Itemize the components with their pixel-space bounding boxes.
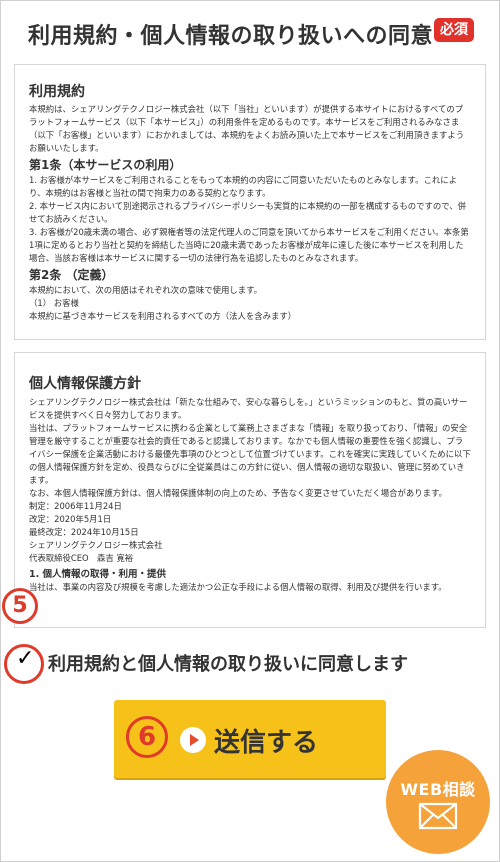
web-consult-label: WEB相談 <box>400 780 476 799</box>
required-badge: 必須 <box>434 18 474 42</box>
privacy-p3: なお、本個人情報保護方針は、個人情報保護体制の向上のため、予告なく変更させていた… <box>29 488 447 498</box>
agree-label[interactable]: 利用規約と個人情報の取り扱いに同意します <box>48 650 408 676</box>
privacy-last-revised: 最終改定：2024年10月15日 <box>29 527 139 537</box>
play-icon <box>180 727 206 753</box>
section-title: 利用規約・個人情報の取り扱いへの同意 <box>28 24 434 49</box>
submit-button[interactable]: 6 送信する <box>114 700 386 778</box>
privacy-scroll-fade <box>15 609 485 627</box>
terms-intro: 本規約は、シェアリングテクノロジー株式会社（以下「当社」といいます）が提供する本… <box>29 104 465 153</box>
privacy-scrollbox[interactable]: 個人情報保護方針 シェアリングテクノロジー株式会社は「新たな仕組みで、安心な暮ら… <box>14 352 486 628</box>
step-5-annotation: 5 <box>2 588 38 624</box>
privacy-p1: シェアリングテクノロジー株式会社は「新たな仕組みで、安心な暮らしを。」というミッ… <box>29 397 468 420</box>
terms-scrollbox[interactable]: 利用規約 本規約は、シェアリングテクノロジー株式会社（以下「当社」といいます）が… <box>14 64 486 340</box>
privacy-ceo: 代表取締役CEO 森吉 寛裕 <box>29 553 134 563</box>
terms-scroll-fade <box>15 321 485 339</box>
web-consult-button[interactable]: WEB相談 <box>386 750 490 854</box>
terms-article1-p1: 1. お客様が本サービスをご利用されることをもって本規約の内容にご同意いただいた… <box>29 175 457 198</box>
privacy-company: シェアリングテクノロジー株式会社 <box>29 540 163 550</box>
submit-label: 送信する <box>214 728 319 758</box>
terms-article2-p2: （1） お客様 <box>29 298 79 308</box>
terms-article1-p3: 3. お客様が20歳未満の場合、必ず親権者等の法定代理人のご同意を頂いてから本サ… <box>29 227 469 263</box>
privacy-item1-text: 当社は、事業の内容及び規模を考慮した適法かつ公正な手段による個人情報の取得、利用… <box>29 582 447 592</box>
section-header: 利用規約・個人情報の取り扱いへの同意 必須 <box>16 14 486 54</box>
privacy-enacted: 制定：2006年11月24日 <box>29 501 122 511</box>
privacy-item1-title: 1. 個人情報の取得・利用・提供 <box>29 569 167 580</box>
agree-checkbox-row[interactable]: ✓ 利用規約と個人情報の取り扱いに同意します <box>10 644 490 678</box>
checkbox-annotation-circle <box>4 644 44 684</box>
privacy-p2: 当社は、プラットフォームサービスに携わる企業として業務上さまざまな「情報」を取り… <box>29 423 471 485</box>
mail-icon <box>418 802 458 830</box>
privacy-revised: 改定：2020年5月1日 <box>29 514 112 524</box>
terms-article1-title: 第1条（本サービスの利用） <box>29 158 182 172</box>
step-6-annotation: 6 <box>126 716 168 758</box>
terms-title: 利用規約 <box>29 84 85 100</box>
terms-article2-p1: 本規約において、次の用語はそれぞれ次の意味で使用します。 <box>29 285 262 295</box>
privacy-title: 個人情報保護方針 <box>29 376 141 392</box>
terms-article2-title: 第2条 （定義） <box>29 268 114 282</box>
terms-article1-p2: 2. 本サービス内において別途掲示されるプライバシーポリシーも実質的に本規約の一… <box>29 201 467 224</box>
